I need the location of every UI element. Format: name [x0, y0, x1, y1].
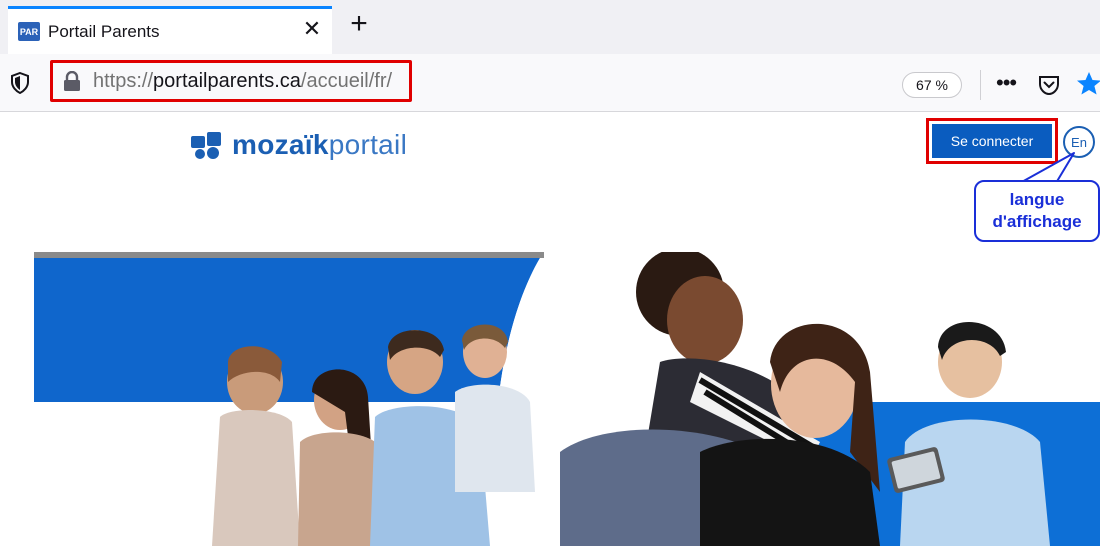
hero-banner — [0, 252, 1100, 546]
favicon-icon: PAR — [18, 22, 40, 41]
toolbar-divider — [980, 70, 981, 100]
shield-icon[interactable] — [10, 72, 30, 94]
language-callout: langue d'affichage — [974, 180, 1100, 242]
browser-tab[interactable]: PAR Portail Parents ✕ — [8, 6, 332, 54]
logo-mark-icon — [191, 132, 221, 159]
url-scheme: https:// — [93, 69, 154, 92]
zoom-level-button[interactable]: 67 % — [902, 72, 962, 98]
tab-title: Portail Parents — [48, 21, 160, 41]
url-text: https://portailparents.ca/accueil/fr/ — [93, 70, 392, 93]
navigation-bar: https://portailparents.ca/accueil/fr/ 67… — [0, 54, 1100, 112]
pocket-icon[interactable] — [1038, 74, 1060, 96]
new-tab-button[interactable]: + — [346, 9, 372, 39]
star-icon[interactable] — [1076, 71, 1100, 97]
lock-icon[interactable] — [63, 71, 81, 91]
address-bar[interactable]: https://portailparents.ca/accueil/fr/ — [50, 60, 412, 102]
more-icon[interactable]: ••• — [996, 70, 1017, 96]
url-path: /accueil/fr/ — [300, 69, 393, 92]
url-host: portailparents.ca — [153, 69, 301, 92]
logo-text-bold: mozaïk — [232, 129, 329, 160]
close-tab-icon[interactable]: ✕ — [300, 18, 324, 40]
hero-family-image — [34, 252, 1100, 546]
browser-tab-strip: PAR Portail Parents ✕ + — [0, 0, 1100, 54]
callout-line-2: d'affichage — [992, 212, 1082, 231]
callout-pointer — [1019, 152, 1075, 184]
callout-line-1: langue — [1009, 190, 1065, 209]
logo-text-light: portail — [328, 129, 408, 160]
mozaik-portail-logo[interactable]: mozaïkportail — [190, 128, 407, 162]
logo-text: mozaïkportail — [232, 130, 407, 160]
